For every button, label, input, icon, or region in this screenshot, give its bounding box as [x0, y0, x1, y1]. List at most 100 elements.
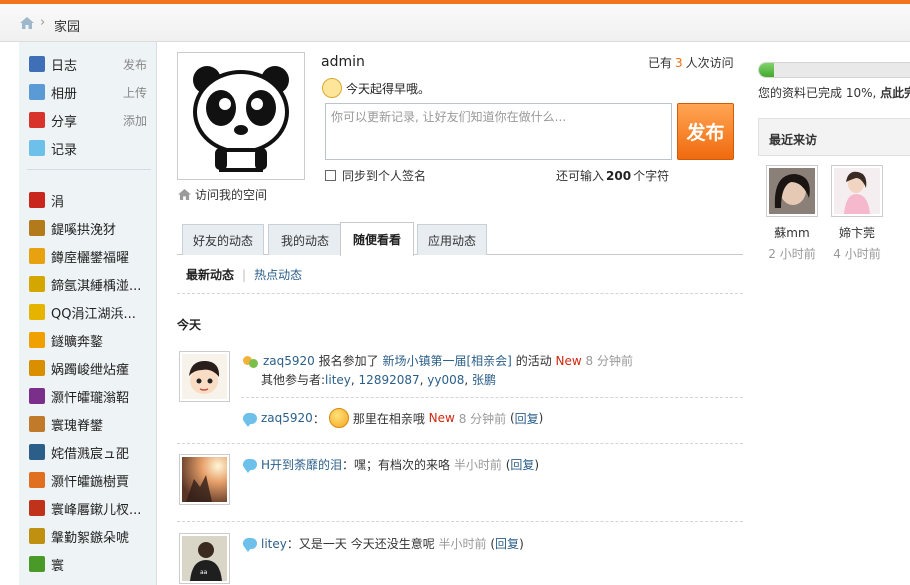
sidebar: 日志 发布相册 上传分享 添加记录涓鍉嗘拱浼犲鐏庢欐鐢福曜鍗氬淇綞楀湴... QQ涓江湖… — [19, 42, 157, 585]
subtab-hot[interactable]: 热点动态 — [254, 266, 302, 283]
tab-friends-feed[interactable]: 好友的动态 — [182, 224, 264, 255]
sidebar-item[interactable]: 灏忓皬鍦樹賈 — [29, 469, 155, 491]
sidebar-item-label: 记录 — [51, 142, 78, 158]
photo-avatar — [834, 168, 880, 214]
sidebar-item-label: 鍗氬淇綞楀湴... — [51, 278, 142, 294]
game-icon-6 — [29, 332, 45, 348]
game-icon-7 — [29, 360, 45, 376]
sidebar-item-label: 姹借溅宸ュ巶 — [51, 446, 130, 462]
sidebar-item-label: 涓 — [51, 194, 65, 210]
visitor-avatar[interactable] — [831, 165, 883, 217]
feed-participants: 其他参与者: litey, 12892087, yy008, 张鹏 — [261, 371, 497, 388]
game-icon-3 — [29, 248, 45, 264]
sidebar-divider — [27, 169, 151, 170]
sidebar-item[interactable]: 鍗氬淇綞楀湴... — [29, 273, 155, 295]
sidebar-item-label: 鞶勤絮鏃朵唬 — [51, 530, 130, 546]
photo-avatar — [182, 457, 227, 502]
yawn-face-icon — [322, 78, 342, 98]
feed-user-link[interactable]: H开到荼靡的泪 — [261, 456, 342, 473]
sidebar-item-label: QQ涓江湖浜... — [51, 306, 136, 322]
status-input[interactable]: 你可以更新记录, 让好友们知道你在做什么... — [325, 103, 672, 160]
sidebar-item[interactable]: 寰瑰脊鐢 — [29, 413, 155, 435]
game-icon-10 — [29, 444, 45, 460]
event-link[interactable]: 新场小镇第一届[相亲会] — [382, 352, 511, 369]
sidebar-item[interactable]: 日志 发布 — [29, 53, 155, 75]
sidebar-item-action[interactable]: 发布 — [123, 56, 147, 73]
subtab-latest[interactable]: 最新动态 — [186, 266, 234, 283]
participant-link[interactable]: litey — [325, 373, 351, 387]
photo-avatar: aa — [182, 536, 227, 581]
profile-progress-text: 您的资料已完成 10%, 点此完 — [758, 84, 910, 101]
feed-time: 8 分钟前 — [585, 354, 633, 368]
game-icon-5 — [29, 304, 45, 320]
sidebar-item-action[interactable]: 上传 — [123, 84, 147, 101]
mood-status: 今天起得早哦。 — [322, 78, 430, 98]
recent-visitors-title: 最近来访 — [758, 118, 910, 156]
new-badge: New — [428, 411, 455, 425]
feed-user-link[interactable]: litey — [261, 537, 287, 551]
visitor-name[interactable]: 蘇mm — [766, 224, 818, 241]
sidebar-item-label: 娲躅峻绁炶瘽 — [51, 362, 130, 378]
mood-text: 今天起得早哦。 — [346, 81, 431, 96]
sidebar-item[interactable]: 涓 — [29, 189, 155, 211]
complete-profile-link[interactable]: 点此完 — [880, 86, 910, 100]
breadcrumb-separator: › — [40, 15, 46, 30]
username[interactable]: admin — [321, 54, 365, 70]
visitor-name[interactable]: 媂卞莞 — [831, 224, 883, 241]
game-icon-13 — [29, 528, 45, 544]
tab-my-feed[interactable]: 我的动态 — [268, 224, 342, 255]
reply-link[interactable]: 回复 — [510, 456, 534, 473]
sidebar-item[interactable]: 娲躅峻绁炶瘽 — [29, 357, 155, 379]
reply-link[interactable]: 回复 — [515, 410, 539, 427]
visit-space-link[interactable]: 访问我的空间 — [178, 186, 267, 203]
sidebar-item[interactable]: QQ涓江湖浜... — [29, 301, 155, 323]
participant-link[interactable]: 12892087 — [359, 373, 420, 387]
feed-avatar[interactable] — [179, 454, 230, 505]
sync-signature-option[interactable]: 同步到个人签名 — [325, 167, 426, 184]
tab-app-feed[interactable]: 应用动态 — [417, 224, 487, 255]
feed-avatar[interactable] — [179, 351, 230, 402]
feed-item: zaq5920：那里在相亲哦 New 8 分钟前 (回复) — [243, 408, 543, 428]
visitor-avatar[interactable] — [766, 165, 818, 217]
feed-user-link[interactable]: zaq5920 — [261, 411, 313, 425]
sidebar-item[interactable]: 寰 — [29, 553, 155, 575]
sidebar-item[interactable]: 分享 添加 — [29, 109, 155, 131]
feed-item: litey：又是一天 今天还没生意呢 半小时前 (回复) — [243, 535, 524, 552]
participant-link[interactable]: 张鹏 — [472, 371, 496, 388]
photo-avatar — [769, 168, 815, 214]
participant-link[interactable]: yy008 — [427, 373, 464, 387]
sidebar-item[interactable]: 鍉嗘拱浼犲 — [29, 217, 155, 239]
visit-space-label: 访问我的空间 — [195, 188, 268, 202]
feed-user-link[interactable]: zaq5920 — [263, 354, 315, 368]
sidebar-item[interactable]: 灏忓皬瓏滃鞀 — [29, 385, 155, 407]
reply-link[interactable]: 回复 — [495, 535, 519, 552]
visitor-count: 已有 3 人次访问 — [648, 56, 734, 70]
divider — [241, 397, 743, 398]
breadcrumb-current: 家园 — [54, 20, 81, 35]
sidebar-item[interactable]: 寰峰厬鏉儿杈... — [29, 497, 155, 519]
sidebar-item[interactable]: 鐩曠奔鐜 — [29, 329, 155, 351]
profile-avatar[interactable] — [177, 52, 305, 180]
visitor-count-number[interactable]: 3 — [675, 56, 683, 70]
sidebar-item[interactable]: 鐏庢欐鐢福曜 — [29, 245, 155, 267]
speech-bubble-icon — [29, 140, 45, 156]
feed-avatar[interactable]: aa — [179, 533, 230, 584]
tab-browse[interactable]: 随便看看 — [340, 222, 414, 256]
sidebar-item-label: 灏忓皬瓏滃鞀 — [51, 390, 130, 406]
sync-checkbox[interactable] — [325, 170, 336, 181]
subtab-separator: | — [242, 267, 247, 282]
publish-button[interactable]: 发布 — [677, 103, 734, 160]
sidebar-item[interactable]: 相册 上传 — [29, 81, 155, 103]
sidebar-item[interactable]: 鞶勤絮鏃朵唬 — [29, 525, 155, 547]
feed-time: 半小时前 — [453, 458, 502, 472]
visitor-time: 2 小时前 — [768, 247, 816, 261]
sidebar-item[interactable]: 记录 — [29, 137, 155, 159]
home-icon[interactable] — [20, 17, 34, 29]
sidebar-item-action[interactable]: 添加 — [123, 112, 147, 129]
sync-label: 同步到个人签名 — [342, 169, 427, 183]
friends-group-icon — [243, 354, 259, 368]
svg-text:aa: aa — [200, 569, 208, 576]
sidebar-item-label: 鍉嗘拱浼犲 — [51, 222, 117, 238]
feed-time: 8 分钟前 — [458, 411, 507, 426]
sidebar-item[interactable]: 姹借溅宸ュ巶 — [29, 441, 155, 463]
